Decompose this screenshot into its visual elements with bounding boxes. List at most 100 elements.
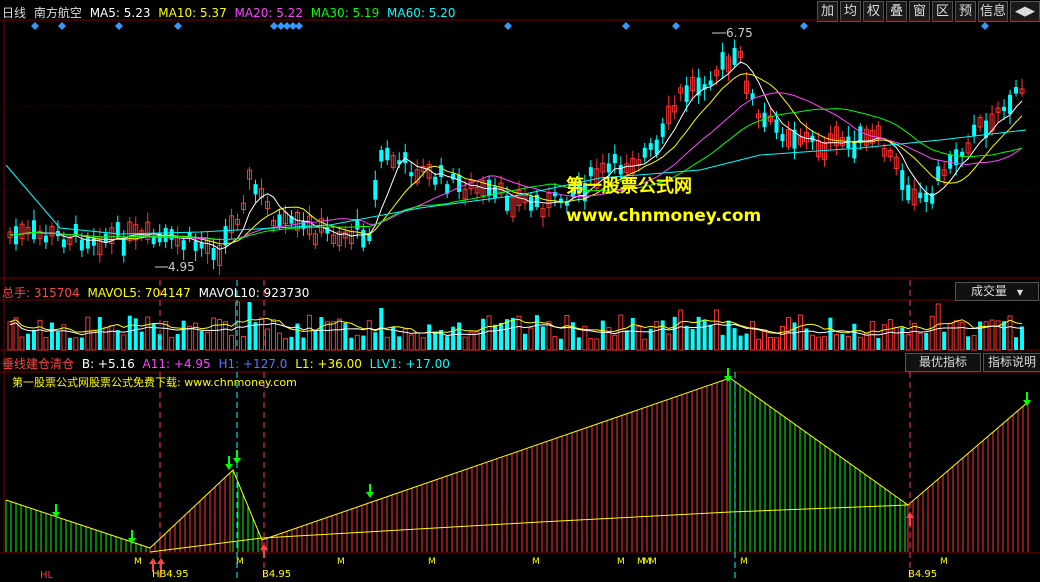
volume-bar <box>199 331 204 350</box>
buy-arrow-icon <box>157 558 165 564</box>
ma20-line <box>9 92 1023 241</box>
volume-bar <box>49 322 54 350</box>
volume-bar <box>732 328 737 350</box>
volume-bar <box>384 336 390 351</box>
best-indicator-button[interactable]: 最优指标 <box>905 353 981 372</box>
volume-bar <box>792 322 797 350</box>
volume-bar <box>720 334 725 350</box>
volume-bar <box>750 321 756 351</box>
candle-body <box>780 134 785 142</box>
volume-bar <box>522 333 527 350</box>
volume-bar <box>828 317 833 350</box>
indicator-header: 垂线建仓清仓 B: +5.16 A11: +4.95 H1: +127.0 L1… <box>2 355 454 372</box>
candle-body <box>385 147 390 161</box>
volume-bar <box>869 321 875 351</box>
volume-bar <box>624 330 629 350</box>
indicator-b: B: +5.16 <box>81 357 135 371</box>
volume-bar <box>744 333 749 350</box>
volume-bar <box>660 320 665 350</box>
volume-header: 总手: 315704 MAVOL5: 704147 MAVOL10: 92373… <box>2 284 313 301</box>
volume-bar <box>785 317 791 351</box>
event-marker-icon <box>31 22 39 30</box>
volume-bar <box>241 335 247 351</box>
candle-body <box>918 192 923 199</box>
buy-label-2: B4.95 <box>262 569 292 580</box>
candle-body <box>193 240 198 251</box>
ma30-line <box>9 108 1023 241</box>
volume-bar <box>109 325 115 351</box>
hl-label: HL <box>40 570 54 581</box>
volume-bar <box>270 319 276 351</box>
candle-body <box>972 124 977 136</box>
volume-bar <box>289 336 294 350</box>
volume-bar <box>738 335 743 350</box>
candle-body <box>732 47 737 65</box>
event-marker-icon <box>504 22 512 30</box>
volume-bar <box>1020 326 1025 350</box>
event-marker-icon <box>672 22 680 30</box>
volume-bar <box>445 336 450 350</box>
candle-body <box>654 139 659 155</box>
volume-bar <box>534 315 539 350</box>
indicator-help-button[interactable]: 指标说明 <box>983 353 1040 372</box>
candle-body <box>199 242 204 249</box>
volume-bar <box>7 321 13 351</box>
m-label: M <box>134 557 142 567</box>
volume-bar <box>654 321 660 351</box>
volume-bar <box>540 326 545 350</box>
volume-bar <box>840 334 845 350</box>
ma5-line <box>9 61 1023 250</box>
volume-bar <box>564 314 570 351</box>
volume-bar <box>917 332 923 351</box>
indicator-l1: L1: +36.00 <box>295 357 362 371</box>
low-price-label: 4.95 <box>168 260 195 274</box>
indicator-area <box>5 280 1031 582</box>
volume-bar <box>708 324 713 350</box>
volume-bar <box>857 336 863 351</box>
volume-bar <box>630 318 635 350</box>
sell-arrow-icon <box>233 458 241 464</box>
volume-bar <box>313 330 318 350</box>
watermark-url: www.chnmoney.com <box>566 206 762 226</box>
volume-bar <box>336 318 342 351</box>
volume-selector[interactable]: 成交量 ▼ <box>955 282 1039 301</box>
m-label: M <box>649 557 657 567</box>
volume-bar <box>821 336 827 351</box>
volume-bar <box>756 338 762 351</box>
volume-bar <box>343 323 348 350</box>
volume-bar <box>31 329 36 350</box>
watermark-title: 第一股票公式网 <box>566 176 692 197</box>
volume-bar <box>558 338 563 350</box>
volume-bar <box>223 321 229 351</box>
volume-bar <box>373 332 378 350</box>
candle-body <box>528 196 533 211</box>
volume-bar <box>966 336 971 350</box>
volume-bar <box>121 334 127 351</box>
volume-bar <box>361 335 366 350</box>
candle-body <box>906 184 911 201</box>
volume-bar <box>942 331 947 350</box>
m-label: M <box>532 557 540 567</box>
volume-bar <box>133 318 138 350</box>
volume-bar <box>989 319 995 351</box>
indicator-note: 第一股票公式网股票公式免费下载: www.chnmoney.com <box>12 376 297 389</box>
volume-bar <box>552 336 558 351</box>
candlestick-series <box>7 39 1025 276</box>
volume-bar <box>594 338 600 351</box>
volume-bar <box>959 321 965 351</box>
volume-bar <box>600 320 605 350</box>
volume-bar <box>420 337 426 351</box>
volume-bar <box>863 332 869 351</box>
m-label: M <box>337 557 345 567</box>
volume-bar <box>43 336 49 351</box>
candle-body <box>900 170 905 190</box>
candle-body <box>169 229 174 240</box>
event-marker-icon <box>270 22 278 30</box>
volume-bar <box>516 315 522 351</box>
sell-arrow-icon <box>366 492 374 498</box>
event-marker-icon <box>295 22 303 30</box>
mavol5-value: MAVOL5: 704147 <box>87 286 191 300</box>
indicator-name: 垂线建仓清仓 <box>2 357 75 371</box>
indicator-h1: H1: +127.0 <box>218 357 288 371</box>
volume-bar <box>103 326 109 351</box>
